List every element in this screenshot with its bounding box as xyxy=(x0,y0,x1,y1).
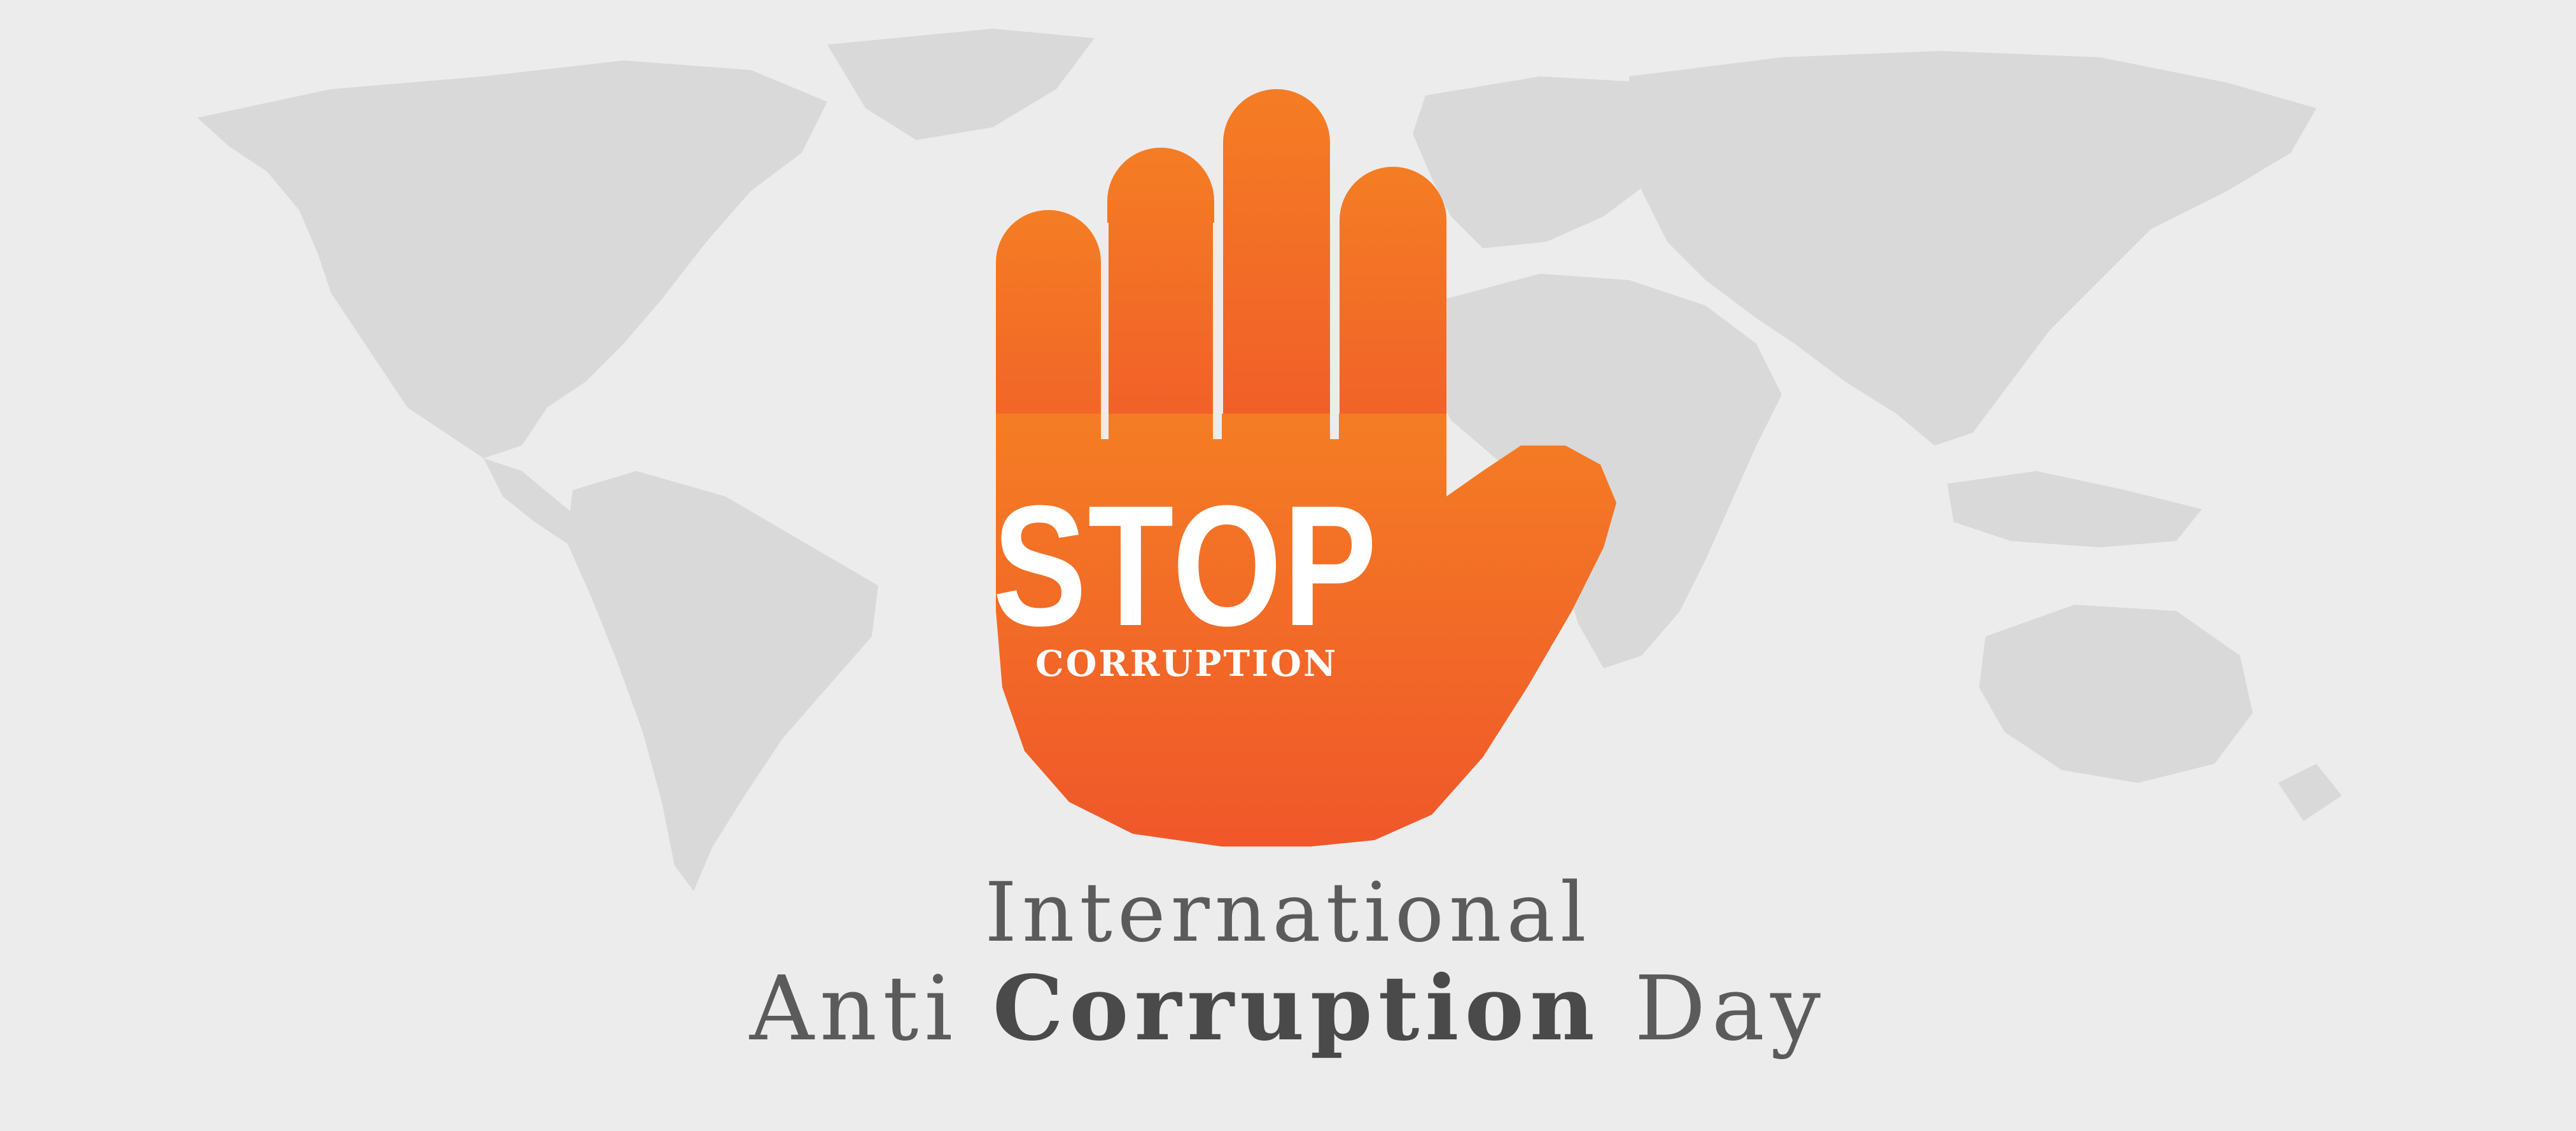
headline-day: Day xyxy=(1634,957,1827,1061)
headline-international: International xyxy=(984,866,1592,960)
headline-line-1: International xyxy=(0,866,2576,961)
stop-text: STOP xyxy=(993,470,1378,662)
headline-corruption: Corruption xyxy=(992,957,1600,1061)
sign-subtitle: CORRUPTION xyxy=(1035,643,1338,685)
banner: STOP CORRUPTION International Anti Corru… xyxy=(0,0,2576,1131)
headline-anti: Anti xyxy=(749,957,959,1061)
headline-line-2: Anti Corruption Day xyxy=(0,958,2576,1060)
